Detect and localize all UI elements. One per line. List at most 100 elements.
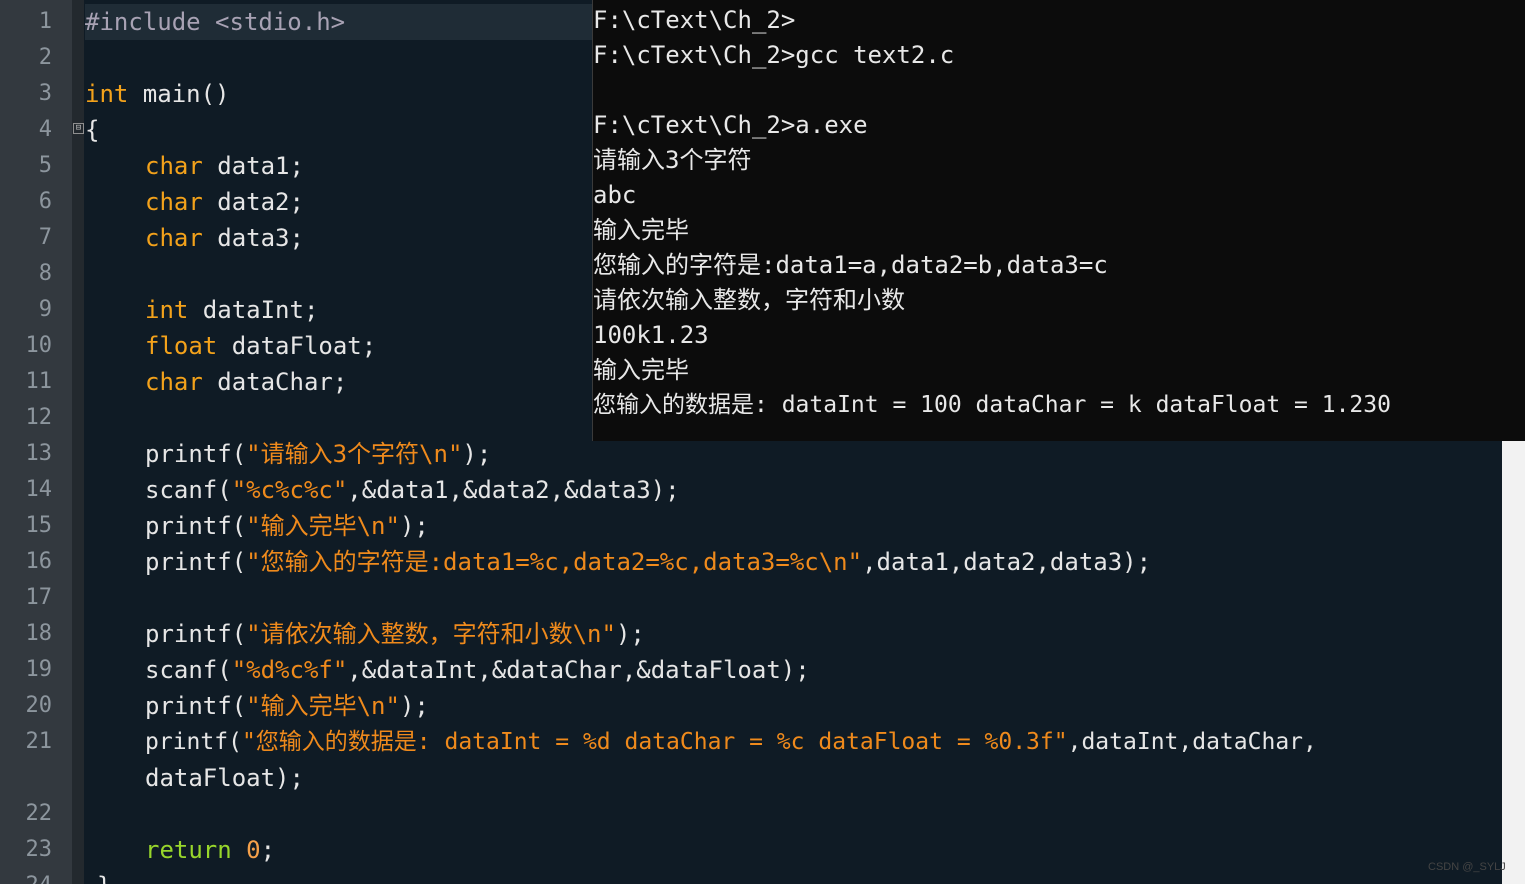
line-number: 13 xyxy=(25,441,53,466)
code-text: printf( xyxy=(145,548,247,576)
string-literal: "输入完毕\n" xyxy=(246,692,400,720)
keyword: char xyxy=(145,368,203,396)
code-text: dataChar; xyxy=(202,368,348,396)
console-line: 您输入的字符是:data1=a,data2=b,data3=c xyxy=(593,251,1108,279)
code-text: printf( xyxy=(145,620,247,648)
code-line: char dataChar; xyxy=(145,364,347,400)
string-literal: "您输入的数据是: dataInt = %d dataChar = %c dat… xyxy=(241,729,1068,755)
console-line: 请输入3个字符 xyxy=(593,146,752,174)
line-number: 22 xyxy=(25,801,53,826)
code-text: ,data1,data2,data3); xyxy=(862,548,1152,576)
console-line: 请依次输入整数，字符和小数 xyxy=(593,286,905,314)
code-line: printf("您输入的字符是:data1=%c,data2=%c,data3=… xyxy=(145,544,1151,580)
line-number: 14 xyxy=(25,477,53,502)
code-line: #include <stdio.h> xyxy=(85,4,345,40)
line-number: 5 xyxy=(38,153,52,178)
preprocessor-directive: #include <stdio.h> xyxy=(85,8,346,36)
code-line: } xyxy=(97,868,111,884)
line-number: 12 xyxy=(25,405,53,430)
code-text: ; xyxy=(260,836,276,864)
line-number: 19 xyxy=(25,657,53,682)
code-line: printf("请输入3个字符\n"); xyxy=(145,436,491,472)
code-text: printf( xyxy=(145,512,247,540)
keyword: float xyxy=(145,332,218,360)
code-line: { xyxy=(85,112,99,148)
console-window[interactable]: F:\cText\Ch_2> F:\cText\Ch_2>gcc text2.c… xyxy=(592,0,1525,441)
code-line-wrap: dataFloat); xyxy=(145,760,304,796)
line-number: 18 xyxy=(25,621,53,646)
code-line: int dataInt; xyxy=(145,292,318,328)
code-line: scanf("%c%c%c",&data1,&data2,&data3); xyxy=(145,472,680,508)
code-text: data3; xyxy=(202,224,304,252)
string-literal: "%d%c%f" xyxy=(231,656,348,684)
code-text: printf( xyxy=(145,729,242,755)
code-text: ,dataInt,dataChar, xyxy=(1067,729,1317,755)
code-line: return 0; xyxy=(145,832,275,868)
code-line: char data1; xyxy=(145,148,304,184)
line-number: 17 xyxy=(25,585,53,610)
code-line: int main() xyxy=(85,76,230,112)
code-text: ); xyxy=(399,692,429,720)
line-number: 16 xyxy=(25,549,53,574)
keyword: int xyxy=(85,80,129,108)
console-line: abc xyxy=(593,181,637,209)
line-number: 1 xyxy=(38,9,52,34)
code-text: dataFloat); xyxy=(145,764,304,792)
code-text: scanf( xyxy=(145,656,232,684)
code-text: scanf( xyxy=(145,476,232,504)
code-line: scanf("%d%c%f",&dataInt,&dataChar,&dataF… xyxy=(145,652,810,688)
code-line: float dataFloat; xyxy=(145,328,376,364)
line-number: 23 xyxy=(25,837,53,862)
code-text: ); xyxy=(615,620,645,648)
line-number: 9 xyxy=(38,297,52,322)
code-line: printf("请依次输入整数，字符和小数\n"); xyxy=(145,616,645,652)
console-line: 输入完毕 xyxy=(593,216,689,244)
string-literal: "输入完毕\n" xyxy=(246,512,400,540)
code-text: printf( xyxy=(145,692,247,720)
code-text: ); xyxy=(399,512,429,540)
line-number: 2 xyxy=(38,45,52,70)
console-line: F:\cText\Ch_2>a.exe xyxy=(593,111,868,139)
console-line: 输入完毕 xyxy=(593,356,689,384)
keyword: char xyxy=(145,188,203,216)
code-line: printf("您输入的数据是: dataInt = %d dataChar =… xyxy=(145,724,1317,760)
line-number: 4 xyxy=(38,117,52,142)
line-number: 10 xyxy=(25,333,53,358)
code-text: ,&dataInt,&dataChar,&dataFloat); xyxy=(347,656,810,684)
keyword: return xyxy=(145,836,232,864)
keyword: char xyxy=(145,152,203,180)
code-line: char data3; xyxy=(145,220,304,256)
string-literal: "请输入3个字符\n" xyxy=(246,440,463,468)
code-text: ,&data1,&data2,&data3); xyxy=(347,476,680,504)
line-number: 6 xyxy=(38,189,52,214)
code-text: { xyxy=(85,116,100,144)
code-line: printf("输入完毕\n"); xyxy=(145,508,429,544)
string-literal: "%c%c%c" xyxy=(231,476,348,504)
line-number: 24 xyxy=(0,868,53,884)
watermark: CSDN @_SYLJ xyxy=(1428,861,1506,873)
code-text: data1; xyxy=(202,152,304,180)
string-literal: "请依次输入整数，字符和小数\n" xyxy=(246,620,616,648)
code-text: data2; xyxy=(202,188,304,216)
line-number: 3 xyxy=(38,81,52,106)
code-text: main() xyxy=(128,80,230,108)
line-number: 21 xyxy=(25,729,53,754)
console-line: 您输入的数据是: dataInt = 100 dataChar = k data… xyxy=(593,392,1391,418)
line-number-gutter: 1 2 3 4 5 6 7 8 9 10 11 12 13 14 15 16 1… xyxy=(0,0,73,884)
code-text: dataInt; xyxy=(188,296,319,324)
console-line: F:\cText\Ch_2>gcc text2.c xyxy=(593,41,955,69)
code-line: printf("输入完毕\n"); xyxy=(145,688,429,724)
number-literal: 0 xyxy=(246,836,261,864)
line-number: 20 xyxy=(25,693,53,718)
code-text: ); xyxy=(462,440,492,468)
code-text: } xyxy=(97,872,111,884)
console-line: 100k1.23 xyxy=(593,321,709,349)
line-number: 15 xyxy=(25,513,53,538)
line-number: 8 xyxy=(38,261,52,286)
keyword: int xyxy=(145,296,189,324)
code-line: char data2; xyxy=(145,184,304,220)
fold-toggle-icon[interactable]: ⊟ xyxy=(73,123,84,134)
keyword: char xyxy=(145,224,203,252)
console-line: F:\cText\Ch_2> xyxy=(593,6,796,34)
string-literal: "您输入的字符是:data1=%c,data2=%c,data3=%c\n" xyxy=(246,548,863,576)
